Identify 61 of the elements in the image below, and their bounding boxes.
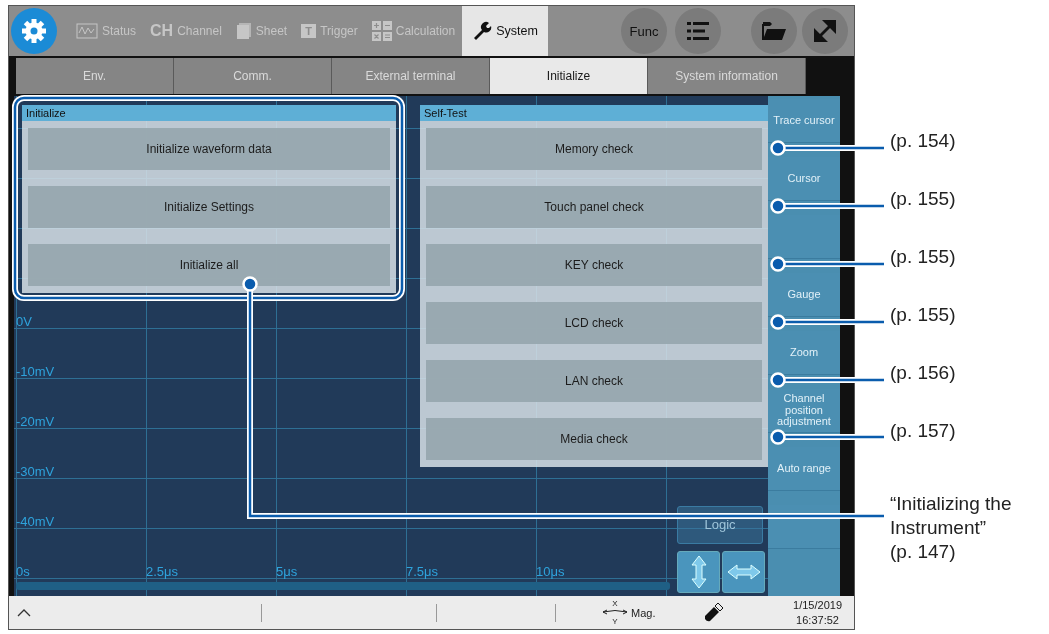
expand-icon	[814, 20, 836, 42]
fullscreen-button[interactable]	[802, 8, 848, 54]
page-reference: (p. 155)	[890, 304, 956, 325]
mag-label: Mag.	[631, 606, 656, 619]
page-reference: (p. 157)	[890, 420, 956, 441]
settings-button[interactable]	[11, 8, 57, 54]
channel-icon: CH	[150, 22, 174, 40]
chevron-up-icon[interactable]	[17, 608, 31, 617]
folder-button[interactable]	[751, 8, 797, 54]
page-reference: (p. 155)	[890, 246, 956, 267]
waveform-icon	[76, 23, 98, 39]
page-reference: (p. 155)	[890, 188, 956, 209]
folder-icon	[762, 22, 786, 40]
check-button[interactable]: Memory check	[426, 128, 762, 170]
dialog-title: Initialize	[22, 105, 396, 121]
usb-drive-icon	[703, 602, 724, 623]
settings-tab[interactable]: System information	[648, 58, 806, 94]
trigger-icon: T	[301, 24, 317, 38]
callout-text: “Initializing the Instrument” (p. 147)	[890, 492, 1013, 564]
settings-tab[interactable]: Comm.	[174, 58, 332, 94]
status-date: 1/15/2019	[793, 598, 842, 613]
check-button[interactable]: LAN check	[426, 360, 762, 402]
initialize-button[interactable]: Initialize all	[28, 244, 390, 286]
page-reference: (p. 154)	[890, 130, 956, 151]
logic-button[interactable]: Logic	[677, 506, 763, 544]
axis-label: 10μs	[536, 564, 565, 579]
calculator-icon	[371, 21, 392, 41]
axis-label: 2.5μs	[146, 564, 179, 579]
axis-label: 0V	[16, 314, 32, 329]
check-button[interactable]: LCD check	[426, 302, 762, 344]
wrench-icon	[472, 21, 493, 41]
list-icon	[687, 22, 709, 40]
axis-y-label: Y	[611, 617, 619, 626]
axis-label: 0s	[16, 564, 30, 579]
status-time: 16:37:52	[795, 612, 840, 627]
axis-label: 5μs	[276, 564, 298, 579]
axis-label: 7.5μs	[406, 564, 439, 579]
axis-label: -10mV	[16, 364, 55, 379]
horizontal-arrow-icon	[726, 564, 761, 580]
check-button[interactable]: Media check	[426, 418, 762, 460]
dialog-title: Self-Test	[420, 105, 768, 121]
check-button[interactable]: KEY check	[426, 244, 762, 286]
settings-tab[interactable]: Initialize	[490, 58, 648, 94]
vertical-arrow-icon	[690, 555, 707, 589]
axis-label: -30mV	[16, 464, 55, 479]
gear-icon	[21, 18, 47, 44]
initialize-button[interactable]: Initialize Settings	[28, 186, 390, 228]
settings-tab[interactable]: External terminal	[332, 58, 490, 94]
list-button[interactable]	[675, 8, 721, 54]
sheet-icon	[235, 22, 252, 40]
scroll-bar[interactable]	[16, 582, 670, 590]
axis-label: -40mV	[16, 514, 55, 529]
axis-label: -20mV	[16, 414, 55, 429]
zoom-arrows-icon	[602, 609, 628, 615]
check-button[interactable]: Touch panel check	[426, 186, 762, 228]
menu-tab[interactable]: System	[462, 6, 548, 56]
axis-x-label: X	[611, 599, 619, 608]
initialize-button[interactable]: Initialize waveform data	[28, 128, 390, 170]
func-button[interactable]: Func	[621, 8, 667, 54]
settings-tab[interactable]: Env.	[16, 58, 174, 94]
page-reference: (p. 156)	[890, 362, 956, 383]
